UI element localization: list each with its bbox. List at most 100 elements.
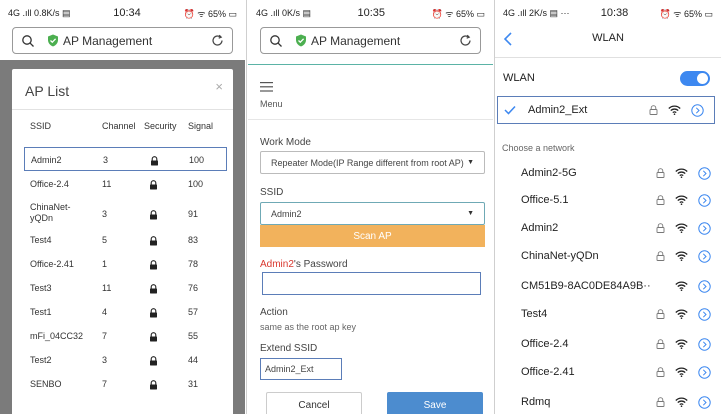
close-icon[interactable]: ×: [215, 79, 223, 94]
column-signal: Signal: [188, 121, 214, 131]
status-battery: ⏰ ᯤ 65% ▭: [659, 8, 713, 19]
wifi-signal-icon: [675, 223, 688, 233]
network-list-item[interactable]: ChinaNet-yQDn: [495, 244, 721, 268]
ap-table-row[interactable]: ChinaNet- yQDn 3 91: [24, 200, 227, 228]
reload-icon[interactable]: [211, 34, 224, 47]
detail-arrow-icon[interactable]: [698, 279, 711, 293]
lock-icon: [149, 284, 158, 294]
wlan-header: WLAN: [495, 26, 721, 58]
ssid-select[interactable]: Admin2 ▼: [260, 202, 485, 225]
detail-arrow-icon[interactable]: [691, 103, 704, 117]
status-network: 4G .ıll 2K/s ▤ ···: [503, 7, 570, 18]
menu-label[interactable]: Menu: [260, 99, 283, 109]
ap-table-row[interactable]: mFi_04CC32 7 55: [24, 327, 227, 345]
ap-signal: 100: [188, 179, 204, 189]
detail-arrow-icon[interactable]: [698, 249, 711, 263]
ap-ssid: mFi_04CC32: [30, 331, 84, 341]
lock-icon: [656, 397, 665, 407]
extend-ssid-input[interactable]: Admin2_Ext: [260, 358, 342, 380]
network-name: Rdmq: [521, 396, 551, 408]
network-list-item[interactable]: Admin2-5G: [495, 161, 721, 185]
lock-icon: [149, 332, 158, 342]
search-icon[interactable]: [269, 34, 283, 48]
status-time: 10:38: [600, 7, 629, 19]
ap-table-row[interactable]: Test3 11 76: [24, 279, 227, 297]
column-security: Security: [144, 121, 177, 131]
wifi-signal-icon: [668, 105, 681, 115]
network-list-item[interactable]: CM51B9-8AC0DE84A9B··: [495, 274, 721, 298]
detail-arrow-icon[interactable]: [698, 307, 711, 321]
ap-channel: 3: [102, 209, 108, 219]
detail-arrow-icon[interactable]: [698, 395, 711, 409]
password-input[interactable]: [262, 272, 481, 295]
network-list-item[interactable]: Office-2.4: [495, 332, 721, 356]
lock-icon: [656, 195, 665, 205]
network-name: Test4: [521, 308, 548, 320]
network-name: CM51B9-8AC0DE84A9B··: [521, 280, 651, 292]
password-label-suffix: 's Password: [293, 259, 348, 270]
page-title: WLAN: [592, 32, 624, 44]
lock-icon: [149, 180, 158, 190]
ap-signal: 57: [188, 307, 199, 317]
lock-icon: [149, 236, 158, 246]
connected-network-row[interactable]: Admin2_Ext: [497, 96, 715, 124]
status-network: 4G .ıll 0K/s ▤: [256, 7, 312, 18]
network-list-item[interactable]: Admin2: [495, 216, 721, 240]
ap-channel: 3: [103, 155, 109, 165]
ap-table-row[interactable]: Office-2.4 11 100: [24, 175, 227, 193]
network-name: ChinaNet-yQDn: [521, 250, 599, 262]
ap-table-row[interactable]: Admin2 3 100: [24, 147, 227, 171]
address-bar[interactable]: AP Management: [12, 27, 233, 54]
ap-channel: 1: [102, 259, 108, 269]
ap-ssid: Test2: [30, 355, 52, 365]
connected-network-name: Admin2_Ext: [528, 104, 588, 116]
ap-signal: 55: [188, 331, 199, 341]
hamburger-menu-icon[interactable]: [260, 82, 273, 92]
wifi-signal-icon: [675, 397, 688, 407]
work-mode-label: Work Mode: [260, 137, 311, 148]
cancel-button[interactable]: Cancel: [266, 392, 362, 414]
work-mode-select[interactable]: Repeater Mode(IP Range different from ro…: [260, 151, 485, 174]
network-list-item[interactable]: Test4: [495, 302, 721, 326]
save-button[interactable]: Save: [387, 392, 483, 414]
ap-table-row[interactable]: SENBO 7 31: [24, 375, 227, 393]
column-channel: Channel: [102, 121, 136, 131]
wlan-toggle[interactable]: [680, 71, 710, 86]
wifi-signal-icon: [675, 168, 688, 178]
ssid-value: Admin2: [271, 208, 302, 219]
ap-table-row[interactable]: Test4 5 83: [24, 231, 227, 249]
wlan-label: WLAN: [503, 72, 535, 84]
ap-ssid: Test4: [30, 235, 52, 245]
ap-list-screen: 4G .ıll 0.8K/s ▤ 10:34 ⏰ ᯤ 65% ▭ AP Mana…: [0, 0, 245, 414]
lock-icon: [656, 168, 665, 178]
lock-icon: [149, 260, 158, 270]
work-mode-value: Repeater Mode(IP Range different from ro…: [271, 157, 464, 168]
ap-table-row[interactable]: Office-2.41 1 78: [24, 255, 227, 273]
ap-table-row[interactable]: Test1 4 57: [24, 303, 227, 321]
search-icon[interactable]: [21, 34, 35, 48]
network-name: Office-2.4: [521, 338, 569, 350]
detail-arrow-icon[interactable]: [698, 193, 711, 207]
ap-signal: 44: [188, 355, 199, 365]
menu-divider: [248, 119, 493, 120]
detail-arrow-icon[interactable]: [698, 221, 711, 235]
wifi-signal-icon: [675, 367, 688, 377]
address-bar[interactable]: AP Management: [260, 27, 481, 54]
detail-arrow-icon[interactable]: [698, 365, 711, 379]
wifi-signal-icon: [675, 251, 688, 261]
ap-table-row[interactable]: Test2 3 44: [24, 351, 227, 369]
detail-arrow-icon[interactable]: [698, 166, 711, 180]
detail-arrow-icon[interactable]: [698, 337, 711, 351]
header-divider: [248, 64, 493, 65]
status-time: 10:34: [113, 7, 141, 19]
password-label: Admin2's Password: [260, 259, 348, 270]
network-list-item[interactable]: Rdmq: [495, 390, 721, 414]
column-ssid: SSID: [30, 121, 52, 131]
action-label: Action: [260, 307, 288, 318]
lock-icon: [149, 210, 158, 220]
scan-ap-button[interactable]: Scan AP: [260, 225, 485, 247]
reload-icon[interactable]: [459, 34, 472, 47]
network-list-item[interactable]: Office-5.1: [495, 188, 721, 212]
extend-ssid-label: Extend SSID: [260, 343, 318, 354]
network-list-item[interactable]: Office-2.41: [495, 360, 721, 384]
